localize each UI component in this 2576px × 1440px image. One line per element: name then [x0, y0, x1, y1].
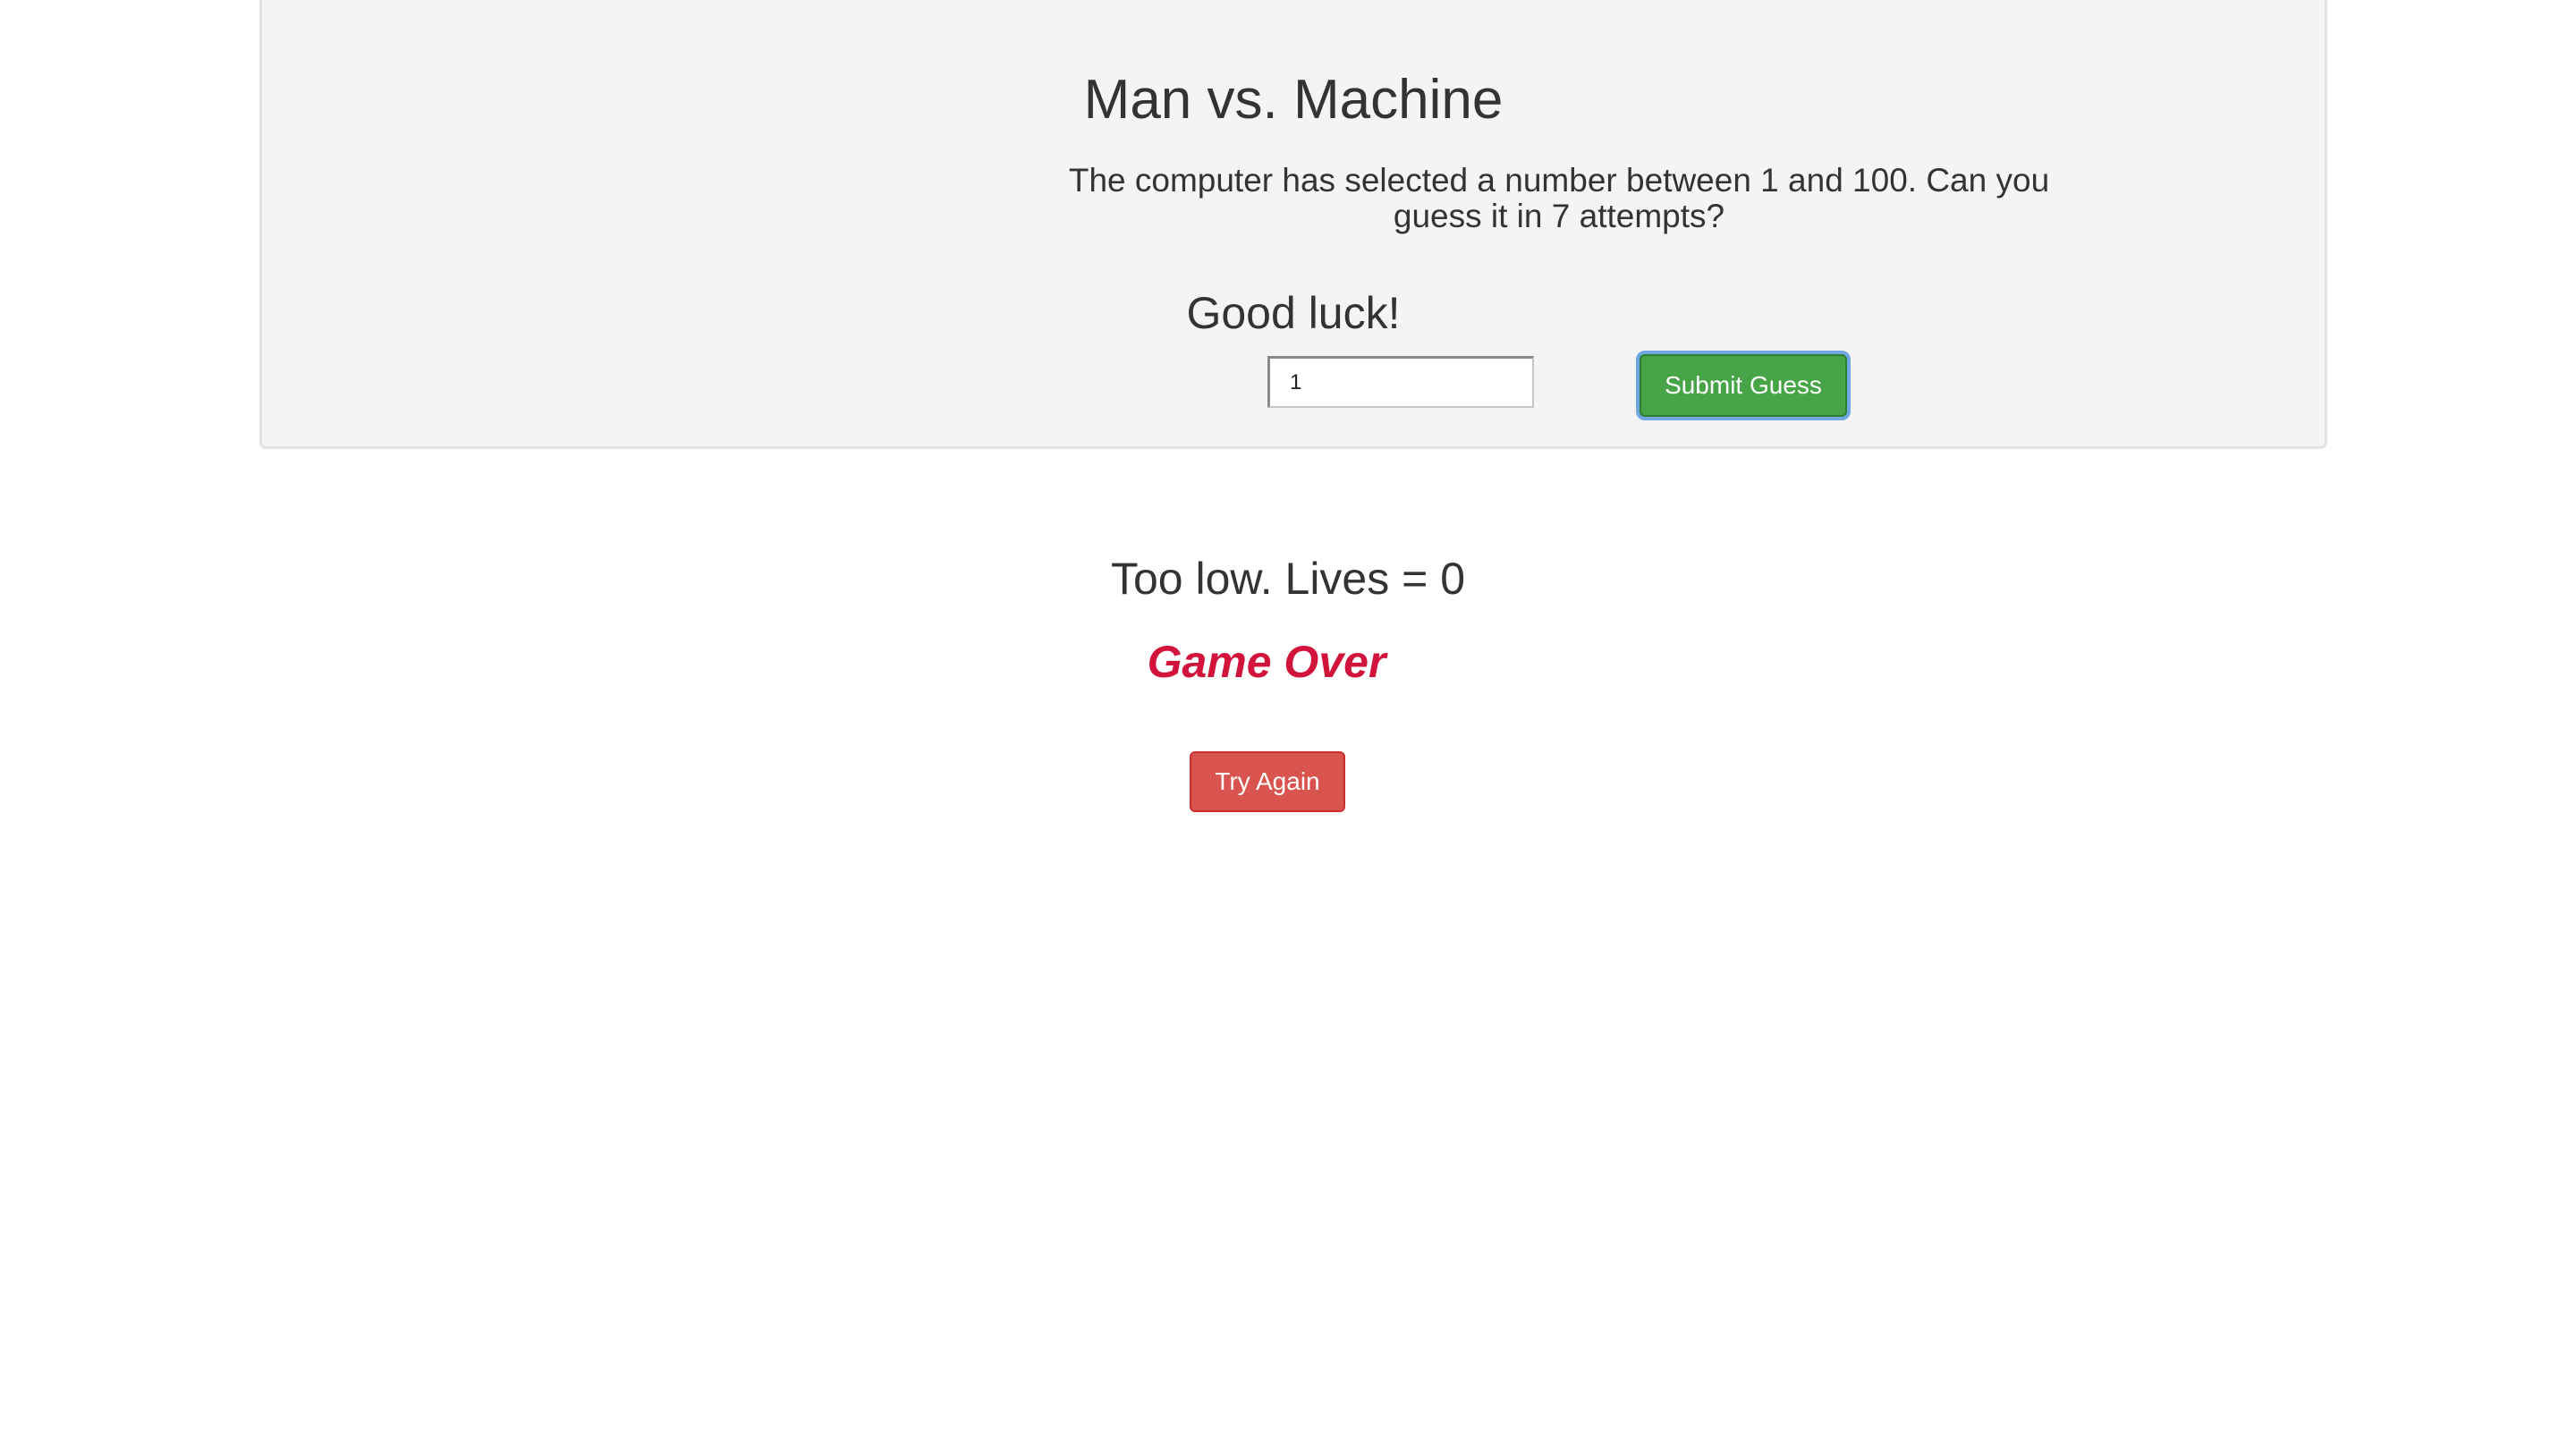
submit-guess-button[interactable]: Submit Guess: [1640, 354, 1847, 417]
game-panel: Man vs. Machine The computer has selecte…: [259, 0, 2327, 449]
result-message: Too low. Lives = 0: [1110, 554, 1466, 604]
game-over-status: Game Over: [1147, 637, 1386, 687]
page: Man vs. Machine The computer has selecte…: [0, 0, 2576, 1440]
game-description: The computer has selected a number betwe…: [1068, 162, 2050, 234]
try-again-button[interactable]: Try Again: [1190, 751, 1345, 812]
page-title: Man vs. Machine: [1083, 69, 1504, 131]
guess-input[interactable]: [1267, 356, 1534, 408]
good-luck-heading: Good luck!: [1186, 288, 1401, 338]
